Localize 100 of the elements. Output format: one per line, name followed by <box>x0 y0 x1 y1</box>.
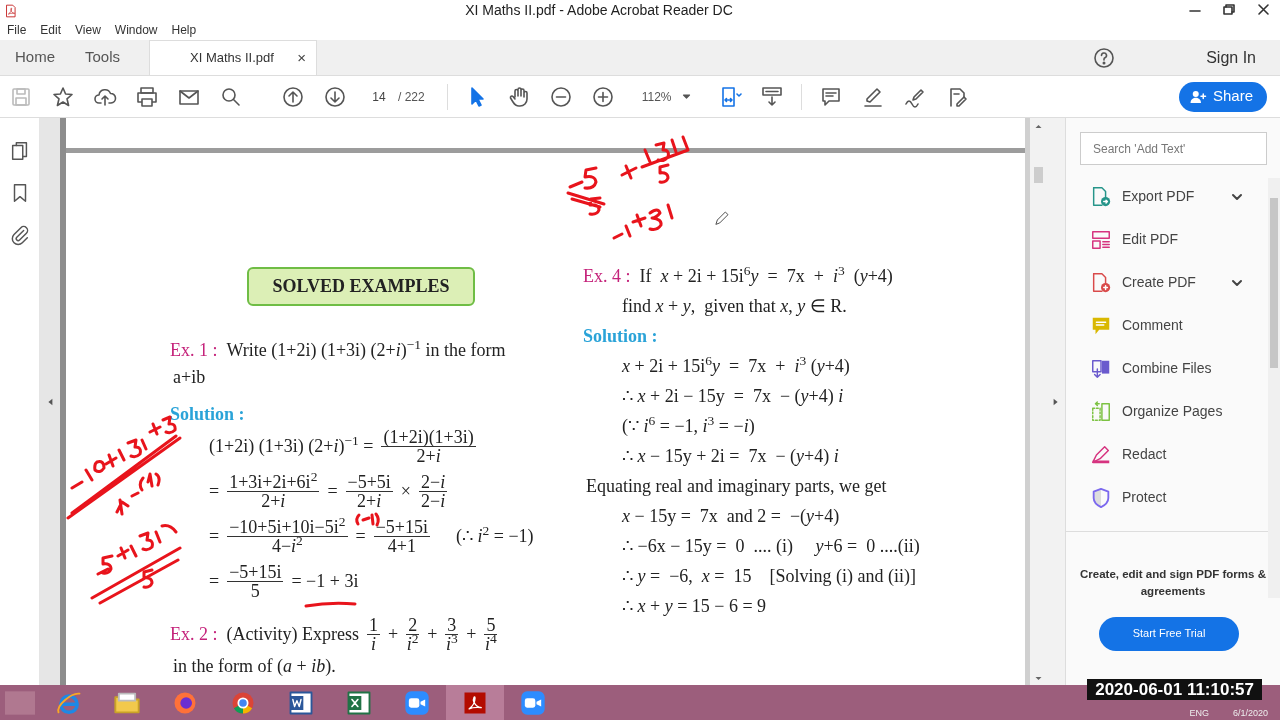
fraction-numerator: (1+2i)(1+3i) <box>381 428 476 447</box>
math-text: = <box>209 480 220 503</box>
nav-tab[interactable]: Tools <box>70 40 136 75</box>
math-text: + <box>427 623 438 646</box>
promo-text: Create, edit and sign PDF forms & agreements <box>1080 567 1266 600</box>
language-indicator[interactable]: ENG <box>1189 708 1209 719</box>
fraction-denominator: 2+i <box>357 492 382 510</box>
math-text: + <box>466 623 477 646</box>
menu-item[interactable]: Help <box>171 21 197 39</box>
caret-icon[interactable] <box>681 92 691 101</box>
math-text: (∵ i$^{6}$ = −1, i$^{3}$ = −i) <box>622 412 755 438</box>
menu-item[interactable]: View <box>75 21 101 39</box>
zoom-out-icon[interactable] <box>548 84 573 109</box>
math-text: = <box>327 480 338 503</box>
math-text: ∴ x + 2i − 15y = 7x − (y+4) i <box>622 384 844 408</box>
tool-item[interactable]: Protect <box>1066 476 1266 519</box>
pen-cursor-icon <box>714 210 730 226</box>
tool-item[interactable]: Create PDF <box>1066 261 1266 304</box>
fraction-numerator: 2−i <box>419 473 448 492</box>
math-text: = <box>209 570 220 593</box>
math-text: x + 2i + 15i$^{6}$y = 7x + i$^{3}$ (y+4) <box>622 352 850 378</box>
tool-item[interactable]: Combine Files <box>1066 347 1266 390</box>
close-tab-button[interactable]: × <box>297 46 307 70</box>
fraction-numerator: −10+5i+10i−5i$^{2}$ <box>227 518 348 537</box>
math-text: a+ib <box>173 366 206 389</box>
fraction-denominator: 4+1 <box>387 537 416 555</box>
pdf-app-icon <box>4 3 18 18</box>
scroll-up-arrow-icon[interactable] <box>1034 122 1043 131</box>
menu-item[interactable]: Edit <box>40 21 62 39</box>
nav-tab[interactable]: Home <box>0 40 70 75</box>
math-text: = −1 + 3i <box>291 570 359 593</box>
fraction-denominator: 2+i <box>416 447 441 465</box>
fraction-numerator: −5+5i <box>345 473 393 492</box>
math-text: x − 15y = 7x and 2 = −(y+4) <box>622 504 840 528</box>
math-text: (Activity) Express <box>226 623 359 646</box>
down-arrow-circle-icon[interactable] <box>323 84 347 109</box>
fraction-denominator: i$^{4}$ <box>485 635 497 653</box>
underline-mark <box>304 601 357 608</box>
tool-item[interactable]: Redact <box>1066 433 1266 476</box>
search-field[interactable]: Search 'Add Text' <box>1080 132 1267 165</box>
example-label: Ex. 4 : <box>583 264 631 288</box>
video-camera-icon <box>519 688 547 717</box>
section-banner: SOLVED EXAMPLES <box>247 267 475 306</box>
fraction-numerator: 1+3i+2i+6i$^{2}$ <box>227 473 320 492</box>
scroll-mode-icon[interactable] <box>759 84 784 109</box>
math-text: + <box>387 623 399 646</box>
fraction-numerator: −5+15i <box>373 518 430 537</box>
math-text: (1+2i) (1+3i) (2+i)$^{−1}$ = <box>209 433 374 458</box>
menu-item[interactable]: Window <box>114 21 158 39</box>
up-arrow-circle-icon[interactable] <box>281 84 305 109</box>
math-text: = <box>355 525 366 548</box>
page-total: / 222 <box>398 88 425 106</box>
math-text: ∴ x + y = 15 − 6 = 9 <box>622 594 767 618</box>
scroll-down-arrow-icon[interactable] <box>1034 674 1043 683</box>
math-text: ∴ y = −6, x = 15 [Solving (i) and (ii)] <box>622 564 916 588</box>
example-label: Ex. 1 : <box>170 339 218 362</box>
tray-date: 6/1/2020 <box>1232 708 1268 719</box>
math-text: × <box>400 480 411 503</box>
tool-item[interactable]: Export PDF <box>1066 175 1266 218</box>
scrollbar-thumb[interactable] <box>1034 167 1043 183</box>
fraction-denominator: 4−i$^{2}$ <box>271 537 303 555</box>
star-icon[interactable] <box>51 84 75 109</box>
fraction-denominator: 2+i <box>261 492 286 510</box>
tool-item[interactable]: Comment <box>1066 304 1266 347</box>
math-text: in the form of (a + ib). <box>173 655 336 678</box>
document-tab[interactable]: XI Maths II.pdf × <box>149 40 318 75</box>
panel-scrollbar-thumb[interactable] <box>1270 198 1278 368</box>
fraction-numerator: 2 <box>406 616 420 635</box>
help-icon[interactable] <box>1092 45 1117 70</box>
zoom-dropdown[interactable]: 112% <box>641 87 672 106</box>
fraction-denominator: i$^{2}$ <box>406 635 419 653</box>
video-camera-icon <box>403 688 431 717</box>
example-label: Ex. 2 : <box>170 623 218 646</box>
math-text: If x + 2i + 15i$^{6}$y = 7x + i$^{3}$ (y+4) <box>639 262 893 288</box>
math-text: Write (1+2i) (1+3i) (2+i)$^{−1}$ in the form <box>226 337 506 362</box>
video-timestamp: 2020-06-01 11:10:57 <box>1087 679 1262 700</box>
solution-heading: Solution : <box>170 403 245 426</box>
start-trial-button[interactable]: Start Free Trial <box>1099 616 1239 651</box>
fraction-denominator: 5 <box>250 582 260 600</box>
solution-heading: Solution : <box>583 324 658 348</box>
math-text: Equating real and imaginary parts, we get <box>586 474 887 498</box>
fraction-denominator: i$^{3}$ <box>445 635 458 653</box>
math-text: = <box>209 525 220 548</box>
zoom-in-icon[interactable] <box>590 84 615 109</box>
sign-in-link[interactable]: Sign In <box>1206 40 1256 75</box>
share-button[interactable]: Share <box>1178 81 1267 112</box>
menu-item[interactable]: File <box>7 21 27 39</box>
fraction-numerator: 3 <box>445 616 459 635</box>
math-text: ∴ x − 15y + 2i = 7x − (y+4) i <box>622 444 839 468</box>
fraction-numerator: 5 <box>484 616 498 635</box>
tool-item[interactable]: Organize Pages <box>1066 390 1266 433</box>
math-text: find x + y, given that x, y ∈ R. <box>622 294 847 318</box>
fraction-numerator: −5+15i <box>227 563 284 582</box>
fraction-numerator: 1 <box>366 616 380 635</box>
fraction-denominator: 2−i <box>421 492 446 510</box>
fraction-denominator: i <box>370 635 376 653</box>
window-title: XI Maths II.pdf - Adobe Acrobat Reader DC <box>464 0 734 20</box>
tool-item[interactable]: Edit PDF <box>1066 218 1266 261</box>
printer-icon[interactable] <box>135 84 159 109</box>
math-text: (∴ i$^{2}$ = −1) <box>455 523 534 548</box>
